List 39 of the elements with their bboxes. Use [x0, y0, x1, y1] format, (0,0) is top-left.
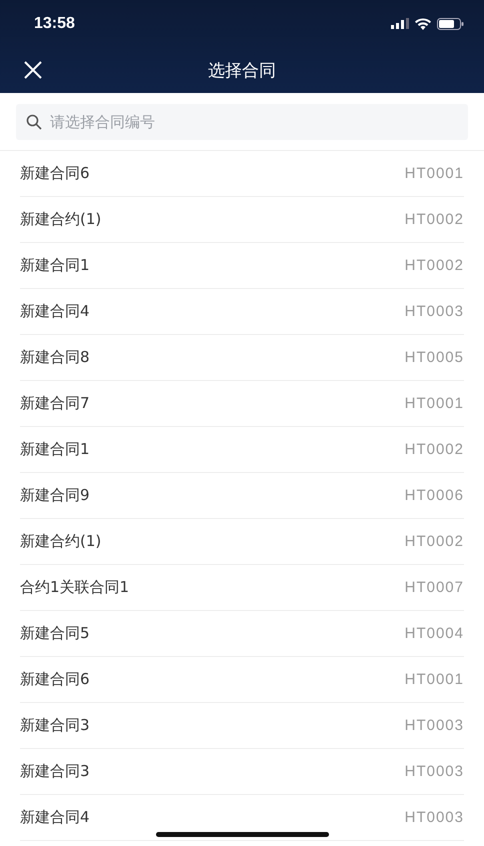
contract-code: HT0002	[404, 441, 464, 458]
contract-name[interactable]: 新建合同6	[20, 670, 90, 689]
contract-name[interactable]: 新建合同7	[20, 394, 90, 413]
contract-code: HT0003	[404, 717, 464, 734]
contract-name[interactable]: 新建合约(1)	[20, 532, 102, 551]
status-time: 13:58	[34, 14, 75, 32]
contract-code: HT0003	[404, 763, 464, 780]
contract-name[interactable]: 新建合同1	[20, 440, 90, 459]
contract-name[interactable]: 合约1关联合同1	[20, 578, 130, 597]
close-icon	[24, 61, 42, 79]
contract-code: HT0002	[404, 257, 464, 274]
battery-icon	[437, 18, 464, 30]
contract-code: HT0002	[404, 211, 464, 228]
contract-name[interactable]: 新建合同3	[20, 716, 90, 735]
contract-name[interactable]: 新建合约(1)	[20, 210, 102, 229]
contract-name[interactable]: 新建合同4	[20, 302, 90, 321]
contract-name[interactable]: 新建合同9	[20, 486, 90, 505]
contract-name[interactable]: 新建合同5	[20, 624, 90, 643]
contract-code: HT0006	[404, 487, 464, 504]
contract-code: HT0001	[404, 165, 464, 182]
contract-code: HT0001	[404, 395, 464, 412]
wifi-icon	[415, 18, 431, 30]
page-title: 选择合同	[208, 60, 276, 82]
contract-code: HT0001	[404, 671, 464, 688]
contract-code: HT0003	[404, 809, 464, 826]
contract-code: HT0004	[404, 625, 464, 642]
contract-code: HT0007	[404, 579, 464, 596]
signal-icon	[391, 18, 409, 29]
contract-name[interactable]: 新建合同3	[20, 762, 90, 781]
contract-name[interactable]: 新建合同6	[20, 164, 90, 183]
search-icon	[26, 114, 42, 130]
search-field[interactable]: 请选择合同编号	[16, 104, 468, 140]
contract-name[interactable]: 新建合同8	[20, 348, 90, 367]
contract-code: HT0003	[404, 303, 464, 320]
close-button[interactable]	[22, 59, 44, 81]
contract-name[interactable]: 新建合同1	[20, 256, 90, 275]
contract-code: HT0005	[404, 349, 464, 366]
contract-code: HT0002	[404, 533, 464, 550]
contract-name[interactable]: 新建合同4	[20, 808, 90, 827]
